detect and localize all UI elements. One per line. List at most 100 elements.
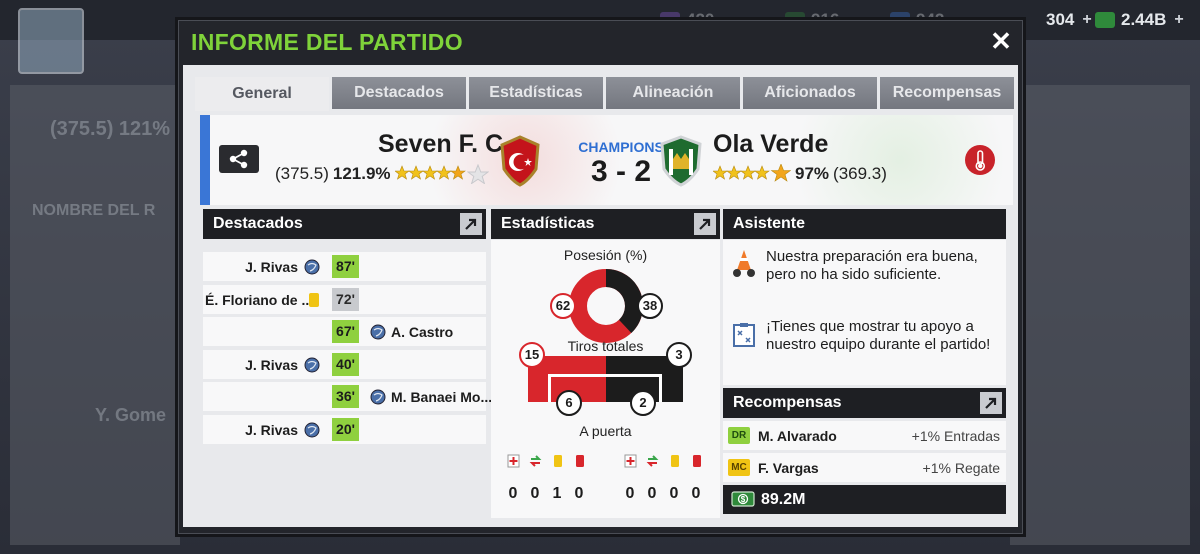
away-team-stats: 97% (369.3): [713, 164, 887, 184]
match-summary: Seven F. C. (375.5) 121.9% CHAMPIONS 3 -…: [200, 115, 1013, 205]
injury-icon: [624, 454, 637, 468]
player-name: J. Rivas: [245, 422, 298, 438]
home-percent: 121.9%: [332, 164, 391, 183]
player-name: M. Alvarado: [758, 428, 837, 444]
money-amount: 89.2M: [761, 491, 806, 508]
home-shots-on-target: 6: [556, 390, 582, 416]
highlights-header: Destacados: [203, 209, 486, 239]
home-yellow-cards-count: 1: [552, 485, 562, 502]
match-mood-button[interactable]: [965, 145, 995, 175]
home-possession: 62: [550, 293, 576, 319]
home-team-name: Seven F. C.: [378, 130, 510, 158]
away-rating: (369.3): [833, 164, 887, 183]
share-button[interactable]: [219, 145, 259, 173]
ball-icon: [370, 324, 386, 340]
match-report-dialog: INFORME DEL PARTIDO ✕ General Destacados…: [178, 20, 1023, 534]
injury-icon: [507, 454, 520, 468]
star-outline-icon: [466, 164, 489, 184]
reward-bonus: +1% Regate: [922, 460, 1000, 476]
tab-highlights[interactable]: Destacados: [332, 77, 466, 109]
star-icon: [713, 164, 791, 182]
resource-counter[interactable]: 304 +: [1030, 9, 1092, 31]
ball-icon: [304, 259, 320, 275]
home-substitutions-count: 0: [530, 485, 540, 502]
home-injuries-count: 0: [508, 485, 518, 502]
tab-rewards[interactable]: Recompensas: [880, 77, 1014, 109]
assistant-header: Asistente: [723, 209, 1006, 239]
expand-highlights-button[interactable]: [460, 213, 482, 235]
thermometer-icon: [975, 150, 986, 171]
resource-counter[interactable]: 2.44B +: [1095, 9, 1184, 31]
expand-rewards-button[interactable]: [980, 392, 1002, 414]
stats-body: Posesión (%) 62 38 Tiros totales 15 3 6 …: [491, 240, 720, 518]
expand-stats-button[interactable]: [694, 213, 716, 235]
reward-row[interactable]: DR M. Alvarado +1% Entradas: [723, 421, 1006, 450]
home-red-cards-count: 0: [574, 485, 584, 502]
highlight-row[interactable]: J. Rivas 20': [203, 415, 486, 444]
assistant-body: Nuestra preparación era buena, pero no h…: [723, 240, 1006, 385]
yellow-card-icon: [671, 455, 679, 467]
dialog-body: General Destacados Estadísticas Alineaci…: [183, 65, 1018, 527]
ball-icon: [304, 422, 320, 438]
possession-label: Posesión (%): [563, 247, 648, 263]
substitution-icon: [529, 455, 542, 467]
player-name: F. Vargas: [758, 460, 819, 476]
player-name: J. Rivas: [245, 259, 298, 275]
event-minute: 36': [332, 385, 359, 408]
reward-row[interactable]: MC F. Vargas +1% Regate: [723, 453, 1006, 482]
red-card-icon: [576, 455, 584, 467]
away-red-cards-count: 0: [691, 485, 701, 502]
tab-statistics[interactable]: Estadísticas: [469, 77, 603, 109]
highlight-row[interactable]: 36' M. Banaei Mo...: [203, 382, 492, 411]
away-event-counts: 0 0 0 0: [619, 485, 707, 503]
away-total-shots: 3: [666, 342, 692, 368]
home-total-shots: 15: [519, 342, 545, 368]
tab-fans[interactable]: Aficionados: [743, 77, 877, 109]
competition-label: CHAMPIONS: [578, 139, 664, 155]
substitution-icon: [646, 455, 659, 467]
highlight-row[interactable]: 67' A. Castro: [203, 317, 486, 346]
assistant-title: Asistente: [733, 215, 806, 232]
assistant-message: ¡Tienes que mostrar tu apoyo a nuestro e…: [766, 318, 991, 353]
highlight-row[interactable]: É. Floriano de ... 72': [203, 285, 486, 314]
highlight-row[interactable]: J. Rivas 87': [203, 252, 486, 281]
position-badge: DR: [728, 427, 750, 444]
reward-bonus: +1% Entradas: [911, 428, 1000, 444]
event-minute: 87': [332, 255, 359, 278]
yellow-card-icon: [309, 293, 319, 307]
tab-general[interactable]: General: [195, 77, 329, 111]
resource-value: 2.44B: [1121, 10, 1167, 29]
highlight-row[interactable]: J. Rivas 40': [203, 350, 486, 379]
home-event-counts: 0 0 1 0: [502, 485, 590, 503]
money-reward: $ 89.2M: [723, 485, 1006, 514]
money-icon: [1095, 12, 1115, 28]
away-substitutions-count: 0: [647, 485, 657, 502]
away-yellow-cards-count: 0: [669, 485, 679, 502]
resource-value: 304: [1046, 10, 1075, 29]
match-score: 3 - 2: [590, 155, 652, 188]
stats-header: Estadísticas: [491, 209, 720, 239]
training-cone-icon: [733, 250, 755, 277]
away-shots-on-target: 2: [630, 390, 656, 416]
player-name: J. Rivas: [245, 357, 298, 373]
background-faded-text: (375.5) 121%: [50, 118, 171, 140]
ball-icon: [370, 389, 386, 405]
away-injuries-count: 0: [625, 485, 635, 502]
close-button[interactable]: ✕: [988, 28, 1014, 54]
money-icon: $: [731, 491, 755, 507]
red-card-icon: [693, 455, 701, 467]
expand-icon: [985, 397, 997, 409]
add-resource-button[interactable]: +: [1082, 11, 1091, 29]
event-minute: 72': [332, 288, 359, 311]
event-minute: 20': [332, 418, 359, 441]
expand-icon: [699, 218, 711, 230]
event-minute: 40': [332, 353, 359, 376]
tactics-board-icon: [733, 323, 755, 347]
tab-lineup[interactable]: Alineación: [606, 77, 740, 109]
background-faded-text: NOMBRE DEL R: [32, 202, 156, 219]
rewards-title: Recompensas: [733, 394, 842, 411]
background-left-panel: [10, 85, 180, 545]
background-club-avatar: [18, 8, 84, 74]
away-team-crest-icon: [660, 135, 702, 187]
add-resource-button[interactable]: +: [1174, 11, 1183, 29]
